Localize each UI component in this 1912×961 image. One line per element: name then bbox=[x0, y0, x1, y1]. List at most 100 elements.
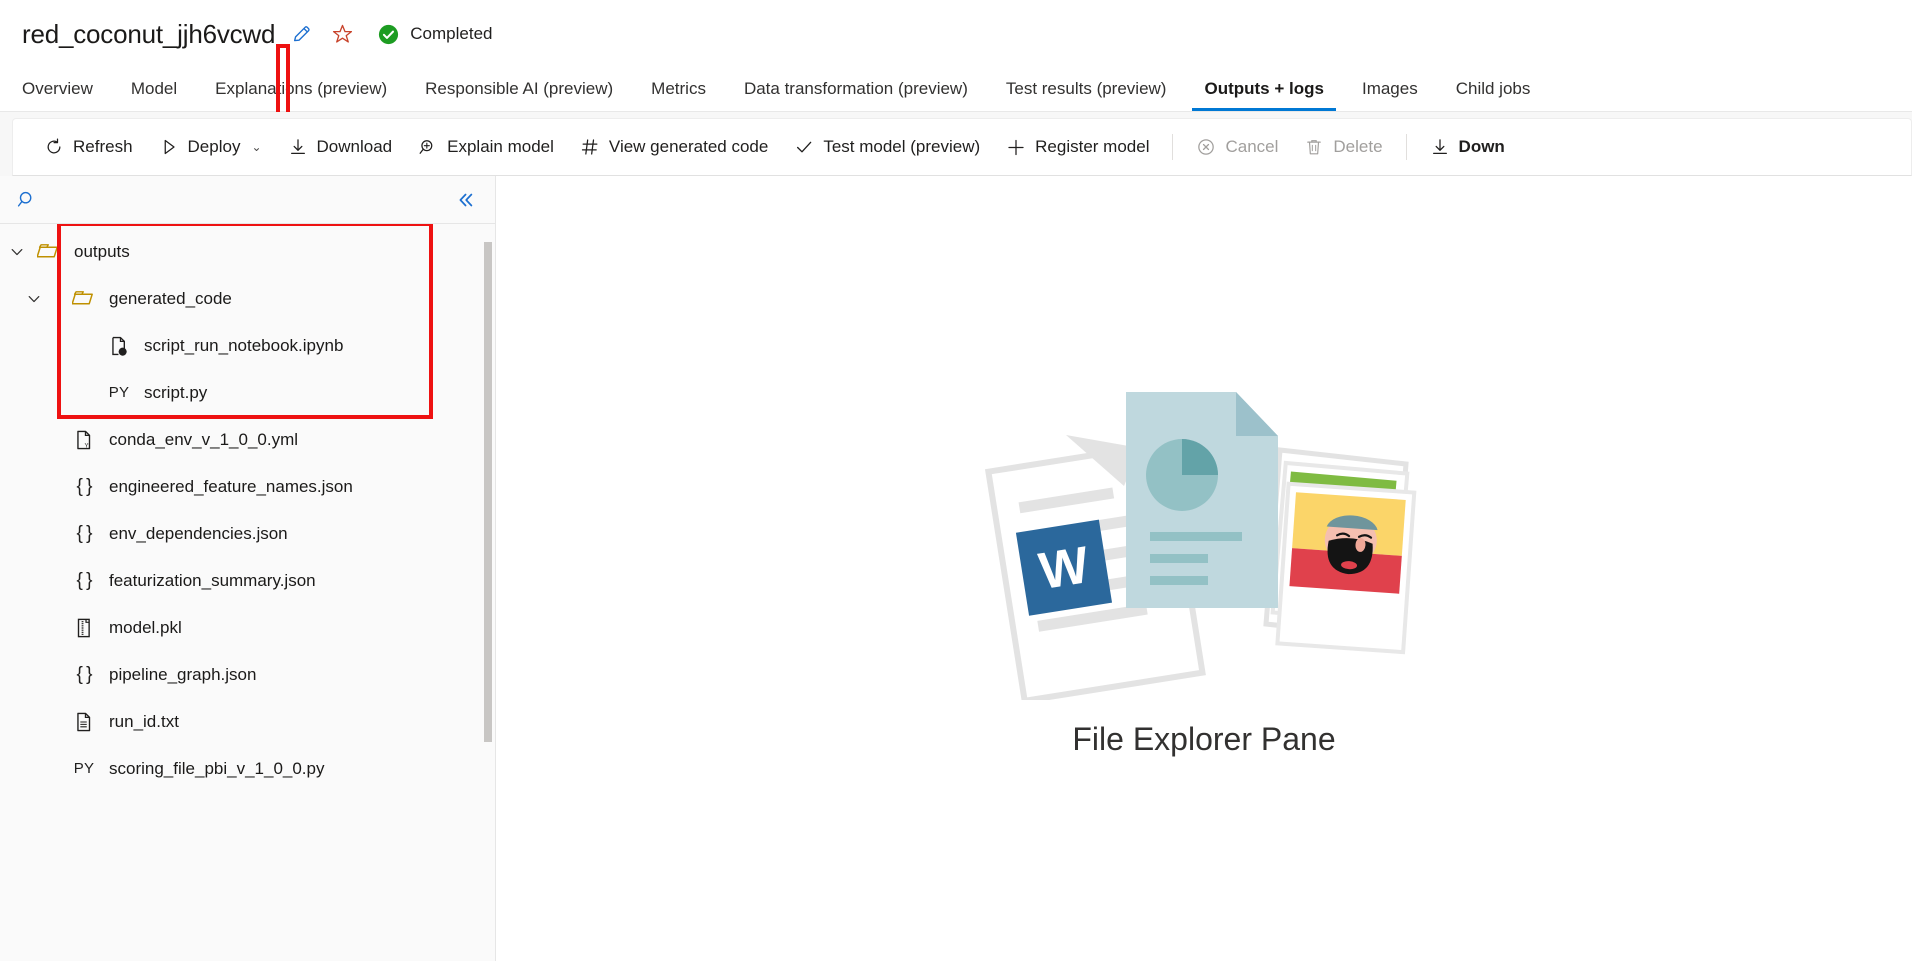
command-bar: Refresh Deploy ⌄ Download Explain model View … bbox=[12, 118, 1912, 176]
tree-file-row[interactable]: Y: conda_env_v_1_0_0.yml bbox=[0, 416, 495, 463]
page-title: red_coconut_jjh6vcwd bbox=[22, 19, 275, 50]
chevron-down-icon: ⌄ bbox=[251, 140, 261, 154]
json-file-icon: { } bbox=[69, 523, 99, 545]
toolbar-item-label: Explain model bbox=[447, 137, 554, 157]
tree-folder-row[interactable]: generated_code bbox=[0, 275, 495, 322]
pencil-icon[interactable] bbox=[289, 21, 315, 47]
explain-magnifier-icon bbox=[418, 137, 438, 157]
command-bar-shell: Refresh Deploy ⌄ Download Explain model View … bbox=[0, 112, 1912, 176]
view-generated-code-button[interactable]: View generated code bbox=[567, 129, 781, 165]
page-header: red_coconut_jjh6vcwd Completed bbox=[0, 0, 1912, 62]
status-badge: Completed bbox=[375, 21, 492, 47]
yml-file-icon: Y: bbox=[69, 429, 99, 451]
toolbar-separator bbox=[1406, 134, 1407, 160]
file-explorer-pane: outputs generated_code script_run_notebook… bbox=[0, 176, 496, 961]
refresh-icon bbox=[44, 137, 64, 157]
tab-model[interactable]: Model bbox=[131, 80, 199, 111]
svg-text:Y:: Y: bbox=[85, 443, 91, 449]
tree-item-label: scoring_file_pbi_v_1_0_0.py bbox=[109, 759, 325, 779]
download-icon bbox=[288, 137, 308, 157]
tab-images[interactable]: Images bbox=[1362, 80, 1440, 111]
explain-model-button[interactable]: Explain model bbox=[405, 129, 567, 165]
cancel-button: Cancel bbox=[1183, 129, 1291, 165]
checkmark-icon bbox=[794, 137, 814, 157]
tree-folder-row[interactable]: outputs bbox=[0, 228, 495, 275]
toolbar-item-label: Delete bbox=[1333, 137, 1382, 157]
tree-item-label: generated_code bbox=[109, 289, 232, 309]
file-search-row bbox=[0, 176, 495, 224]
tree-file-row[interactable]: run_id.txt bbox=[0, 698, 495, 745]
tree-file-row[interactable]: { } featurization_summary.json bbox=[0, 557, 495, 604]
tree-item-label: env_dependencies.json bbox=[109, 524, 288, 544]
file-tree-scrollbar[interactable] bbox=[481, 224, 495, 961]
tab-explanations-preview[interactable]: Explanations (preview) bbox=[215, 80, 409, 111]
tree-file-row[interactable]: model.pkl bbox=[0, 604, 495, 651]
tree-file-row[interactable]: { } engineered_feature_names.json bbox=[0, 463, 495, 510]
tree-file-row[interactable]: { } env_dependencies.json bbox=[0, 510, 495, 557]
json-file-icon: { } bbox=[69, 570, 99, 592]
tree-item-label: run_id.txt bbox=[109, 712, 179, 732]
empty-state-caption: File Explorer Pane bbox=[1072, 721, 1335, 758]
toolbar-item-label: Down bbox=[1459, 137, 1505, 157]
tab-outputs-logs[interactable]: Outputs + logs bbox=[1204, 80, 1345, 111]
py-file-icon: PY bbox=[69, 760, 99, 777]
download-icon bbox=[1430, 137, 1450, 157]
download-overflow-button[interactable]: Down bbox=[1417, 129, 1518, 165]
tree-item-label: engineered_feature_names.json bbox=[109, 477, 353, 497]
tree-file-row[interactable]: { }pipeline_graph.json bbox=[0, 651, 495, 698]
tree-file-row[interactable]: PY script.py bbox=[0, 369, 495, 416]
tab-bar: Overview Model Explanations (preview) Respo… bbox=[0, 62, 1912, 112]
tree-item-label: script_run_notebook.ipynb bbox=[144, 336, 343, 356]
star-icon[interactable] bbox=[329, 21, 355, 47]
toolbar-item-label: Cancel bbox=[1225, 137, 1278, 157]
play-icon bbox=[159, 137, 179, 157]
tree-file-row[interactable]: PY scoring_file_pbi_v_1_0_0.py bbox=[0, 745, 495, 792]
pkl-file-icon bbox=[69, 617, 99, 639]
folder-icon bbox=[69, 287, 99, 311]
delete-button: Delete bbox=[1291, 129, 1395, 165]
refresh-button[interactable]: Refresh bbox=[31, 129, 146, 165]
tab-overview[interactable]: Overview bbox=[22, 80, 115, 111]
json-file-icon: { } bbox=[69, 476, 99, 498]
toolbar-item-label: Refresh bbox=[73, 137, 133, 157]
tree-item-label: pipeline_graph.json bbox=[109, 665, 256, 685]
content-area: outputs generated_code script_run_notebook… bbox=[0, 176, 1912, 961]
hash-icon bbox=[580, 137, 600, 157]
toolbar-separator bbox=[1172, 134, 1173, 160]
py-file-icon: PY bbox=[104, 384, 134, 401]
file-tree-scrollbar-thumb[interactable] bbox=[484, 242, 492, 742]
register-model-button[interactable]: Register model bbox=[993, 129, 1162, 165]
search-input[interactable] bbox=[40, 190, 453, 210]
toolbar-item-label: Deploy bbox=[188, 137, 241, 157]
trash-icon bbox=[1304, 137, 1324, 157]
tree-item-label: model.pkl bbox=[109, 618, 182, 638]
tree-item-label: featurization_summary.json bbox=[109, 571, 316, 591]
tab-data-transformation-preview[interactable]: Data transformation (preview) bbox=[744, 80, 990, 111]
search-icon[interactable] bbox=[14, 187, 40, 213]
tree-file-row[interactable]: script_run_notebook.ipynb bbox=[0, 322, 495, 369]
tree-item-label: script.py bbox=[144, 383, 207, 403]
tab-responsible-ai-preview[interactable]: Responsible AI (preview) bbox=[425, 80, 635, 111]
test-model-preview-button[interactable]: Test model (preview) bbox=[781, 129, 993, 165]
toolbar-item-label: View generated code bbox=[609, 137, 768, 157]
toolbar-item-label: Download bbox=[317, 137, 393, 157]
toolbar-item-label: Test model (preview) bbox=[823, 137, 980, 157]
deploy-button[interactable]: Deploy ⌄ bbox=[146, 129, 275, 165]
status-label: Completed bbox=[410, 24, 492, 44]
tab-child-jobs[interactable]: Child jobs bbox=[1456, 80, 1553, 111]
txt-file-icon bbox=[69, 711, 99, 733]
double-chevron-left-icon[interactable] bbox=[453, 188, 477, 212]
tree-item-label: outputs bbox=[74, 242, 130, 262]
chevron-down-icon[interactable] bbox=[0, 243, 34, 261]
tab-test-results-preview[interactable]: Test results (preview) bbox=[1006, 80, 1189, 111]
chevron-down-icon[interactable] bbox=[17, 290, 51, 308]
success-check-icon bbox=[375, 21, 401, 47]
plus-icon bbox=[1006, 137, 1026, 157]
tab-metrics[interactable]: Metrics bbox=[651, 80, 728, 111]
notebook-file-icon bbox=[104, 335, 134, 357]
download-button[interactable]: Download bbox=[275, 129, 406, 165]
folder-icon bbox=[34, 240, 64, 264]
tree-item-label: conda_env_v_1_0_0.yml bbox=[109, 430, 298, 450]
svg-text:W: W bbox=[1035, 536, 1093, 601]
empty-state-pane: W File Explorer Pane bbox=[496, 176, 1912, 961]
